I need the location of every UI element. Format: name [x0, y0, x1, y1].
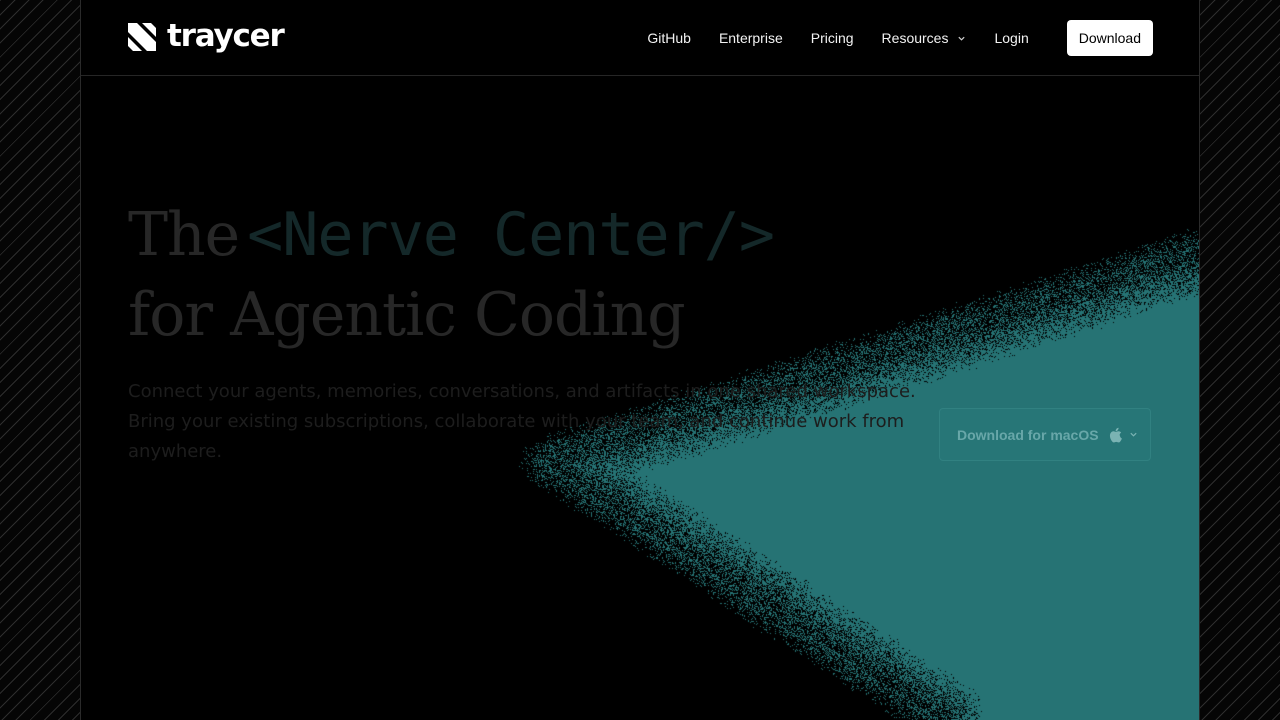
right-decorative-pattern — [1200, 0, 1280, 720]
chevron-down-icon — [1129, 432, 1137, 437]
download-button[interactable]: Download — [1066, 20, 1153, 56]
headline-code-text: <Nerve Center/> — [247, 200, 775, 270]
nav-link-login[interactable]: Login — [994, 30, 1028, 46]
left-decorative-pattern — [0, 0, 80, 720]
hero-subtext: Connect your agents, memories, conversat… — [128, 381, 916, 462]
headline-prefix: The — [128, 200, 240, 270]
nav-links: GitHub Enterprise Pricing Resources Logi… — [647, 20, 1153, 56]
nav-link-resources[interactable]: Resources — [882, 30, 967, 46]
nav-link-pricing[interactable]: Pricing — [811, 30, 854, 46]
hero-headline: The <Nerve Center/> for Agentic Coding — [128, 195, 948, 355]
nav-link-resources-label: Resources — [881, 30, 949, 46]
nav-link-github[interactable]: GitHub — [647, 30, 691, 46]
top-navigation: traycer GitHub Enterprise Pricing Resour… — [81, 0, 1199, 76]
hero-section: The <Nerve Center/> for Agentic Coding Co… — [128, 195, 948, 467]
apple-icon — [1109, 427, 1122, 442]
traycer-logo-icon — [128, 23, 156, 51]
headline-line-two: for Agentic Coding — [128, 280, 686, 350]
brand-name: traycer — [167, 17, 285, 54]
download-macos-label: Download for macOS — [957, 426, 1099, 443]
page-frame: traycer GitHub Enterprise Pricing Resour… — [80, 0, 1200, 720]
brand-logo-link[interactable]: traycer — [128, 17, 285, 56]
nav-link-enterprise[interactable]: Enterprise — [719, 30, 783, 46]
chevron-down-icon — [958, 36, 966, 41]
download-macos-button[interactable]: Download for macOS — [939, 408, 1151, 461]
